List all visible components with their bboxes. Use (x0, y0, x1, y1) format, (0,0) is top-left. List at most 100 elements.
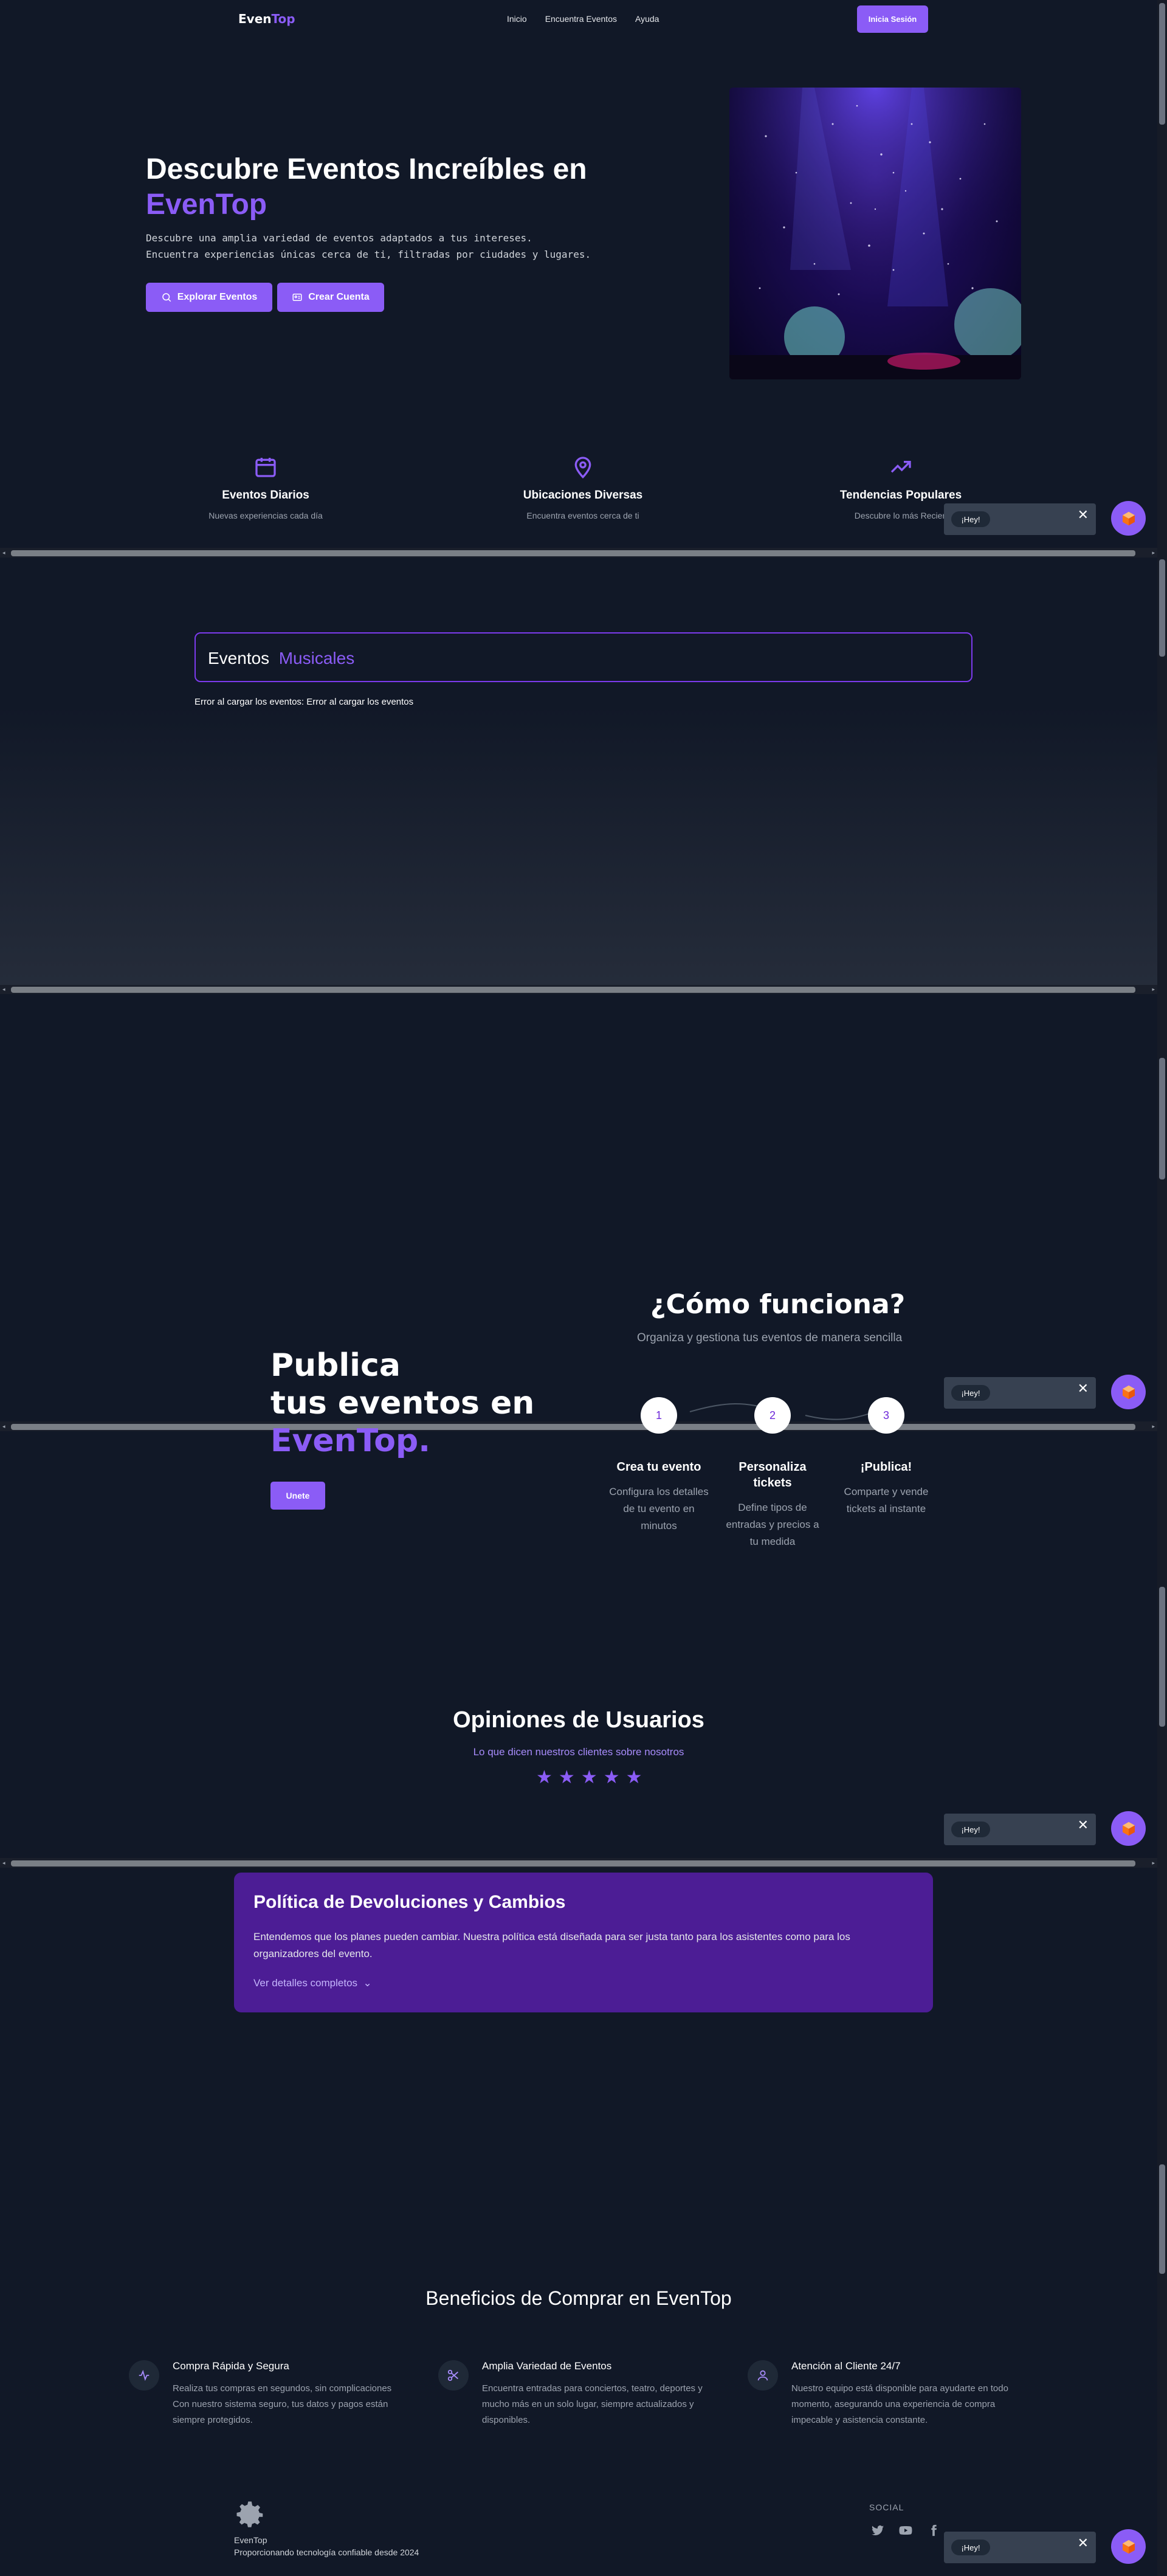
scroll-thumb[interactable] (11, 987, 1135, 993)
cube-icon (1122, 1822, 1135, 1835)
chat-launcher-button[interactable] (1111, 2529, 1146, 2564)
feature-title: Ubicaciones Diversas (523, 489, 643, 502)
publish-line: tus eventos en (270, 1385, 535, 1421)
youtube-icon[interactable] (897, 2522, 914, 2539)
scroll-thumb[interactable] (1159, 1058, 1165, 1179)
title-part: Eventos (208, 649, 270, 668)
return-policy-card: Política de Devoluciones y Cambios Enten… (234, 1873, 933, 2012)
scroll-thumb[interactable] (11, 550, 1135, 556)
star-icon: ★ (580, 1767, 597, 1787)
chat-popup[interactable]: ¡Hey! ✕ (944, 1814, 1096, 1845)
scroll-left-arrow-icon[interactable]: ◂ (2, 1860, 5, 1866)
feature-desc: Encuentra eventos cerca de ti (526, 511, 639, 520)
map-pin-icon (574, 457, 591, 479)
publish-line: Publica (270, 1347, 401, 1384)
how-it-works-subtitle: Organiza y gestiona tus eventos de maner… (637, 1331, 903, 1344)
social-links (869, 2522, 942, 2539)
chat-launcher-button[interactable] (1111, 501, 1146, 536)
chat-greeting[interactable]: ¡Hey! (951, 1385, 990, 1401)
benefit-title: Amplia Variedad de Eventos (482, 2360, 612, 2372)
scroll-left-arrow-icon[interactable]: ◂ (2, 986, 5, 993)
vertical-scrollbar[interactable] (1157, 0, 1167, 2576)
activity-icon (129, 2360, 159, 2391)
logo[interactable]: EvenTop (238, 12, 295, 26)
login-button[interactable]: Inicia Sesión (857, 5, 928, 33)
close-icon[interactable]: ✕ (1078, 507, 1089, 523)
policy-link-label: Ver detalles completos (253, 1977, 358, 1989)
facebook-icon[interactable] (925, 2522, 942, 2539)
feature-diverse-locations: Ubicaciones Diversas Encuentra eventos c… (473, 455, 692, 520)
scroll-left-arrow-icon[interactable]: ◂ (2, 550, 5, 556)
feature-desc: Nuevas experiencias cada día (208, 511, 323, 520)
benefit-title: Compra Rápida y Segura (173, 2360, 289, 2372)
scroll-thumb[interactable] (1159, 3, 1165, 125)
scroll-right-arrow-icon[interactable]: ▸ (1152, 1423, 1155, 1430)
footer-tagline: Proporcionando tecnología confiable desd… (234, 2547, 419, 2557)
top-nav: EvenTop Inicio Encuentra Eventos Ayuda I… (0, 0, 1167, 38)
scroll-thumb[interactable] (1159, 1587, 1165, 1727)
cube-icon (1122, 2540, 1135, 2554)
chat-popup[interactable]: ¡Hey! ✕ (944, 2532, 1096, 2563)
chat-popup[interactable]: ¡Hey! ✕ (944, 1377, 1096, 1409)
policy-details-link[interactable]: Ver detalles completos ⌄ (253, 1977, 372, 1989)
close-icon[interactable]: ✕ (1078, 1817, 1089, 1833)
step-desc: Define tipos de entradas y precios a tu … (726, 1502, 819, 1547)
scroll-thumb[interactable] (11, 1424, 1135, 1430)
scroll-right-arrow-icon[interactable]: ▸ (1152, 550, 1155, 556)
feature-title: Eventos Diarios (222, 489, 309, 502)
footer-brand: EvenTop (234, 2535, 267, 2545)
star-icon: ★ (625, 1767, 642, 1787)
chat-greeting[interactable]: ¡Hey! (951, 2540, 990, 2555)
explore-events-button[interactable]: Explorar Eventos (146, 283, 272, 312)
chat-popup[interactable]: ¡Hey! ✕ (944, 503, 1096, 535)
step-number: 1 (641, 1397, 677, 1434)
scroll-thumb[interactable] (1159, 559, 1165, 657)
nav-link-ayuda[interactable]: Ayuda (635, 14, 659, 24)
scissors-icon (438, 2360, 469, 2391)
star-icon: ★ (603, 1767, 620, 1787)
step-create: Crea tu evento Configura los detalles de … (607, 1459, 711, 1535)
horizontal-scrollbar[interactable]: ◂ ▸ (0, 984, 1157, 994)
benefit-desc: Nuestro equipo está disponible para ayud… (791, 2383, 1008, 2425)
star-icon: ★ (536, 1767, 553, 1787)
hero-desc-line: Descubre una amplia variedad de eventos … (146, 232, 532, 244)
concert-hero-image (729, 88, 1021, 379)
join-button[interactable]: Unete (270, 1482, 325, 1510)
opinions-subtitle: Lo que dicen nuestros clientes sobre nos… (473, 1746, 684, 1758)
close-icon[interactable]: ✕ (1078, 2535, 1089, 2551)
benefit-desc: Realiza tus compras en segundos, sin com… (173, 2383, 392, 2425)
close-icon[interactable]: ✕ (1078, 1381, 1089, 1397)
chevron-down-icon: ⌄ (360, 1977, 372, 1989)
step-number: 2 (754, 1397, 791, 1434)
cube-icon (1122, 1385, 1135, 1399)
hero-description: Descubre una amplia variedad de eventos … (146, 230, 632, 263)
step-title: ¡Publica! (860, 1460, 912, 1474)
scroll-right-arrow-icon[interactable]: ▸ (1152, 1860, 1155, 1866)
create-account-button[interactable]: Crear Cuenta (277, 283, 384, 312)
social-label: SOCIAL (869, 2502, 904, 2512)
nav-link-inicio[interactable]: Inicio (507, 14, 527, 24)
hero-desc-line: Encuentra experiencias únicas cerca de t… (146, 249, 591, 260)
chat-launcher-button[interactable] (1111, 1811, 1146, 1846)
twitter-icon[interactable] (869, 2522, 886, 2539)
footer-gear-logo-icon (234, 2499, 267, 2535)
horizontal-scrollbar[interactable]: ◂ ▸ (0, 1421, 1157, 1431)
scroll-right-arrow-icon[interactable]: ▸ (1152, 986, 1155, 993)
hero-title-text: Descubre Eventos Increíbles en (146, 153, 587, 185)
horizontal-scrollbar[interactable]: ◂ ▸ (0, 548, 1157, 558)
step-desc: Configura los detalles de tu evento en m… (609, 1486, 709, 1531)
chat-greeting[interactable]: ¡Hey! (951, 1822, 990, 1837)
horizontal-scrollbar[interactable]: ◂ ▸ (0, 1858, 1157, 1868)
scroll-thumb[interactable] (11, 1860, 1135, 1866)
chat-launcher-button[interactable] (1111, 1375, 1146, 1409)
how-it-works-title: ¿Cómo funciona? (650, 1289, 906, 1320)
benefit-title: Atención al Cliente 24/7 (791, 2360, 901, 2372)
hero-title-brand: EvenTop (146, 188, 267, 221)
section-fade-background (0, 705, 1157, 985)
scroll-left-arrow-icon[interactable]: ◂ (2, 1423, 5, 1430)
nav-link-encuentra-eventos[interactable]: Encuentra Eventos (545, 14, 617, 24)
chat-greeting[interactable]: ¡Hey! (951, 511, 990, 527)
scroll-thumb[interactable] (1159, 2164, 1165, 2274)
star-icon: ★ (558, 1767, 575, 1787)
feature-title: Tendencias Populares (839, 489, 962, 502)
